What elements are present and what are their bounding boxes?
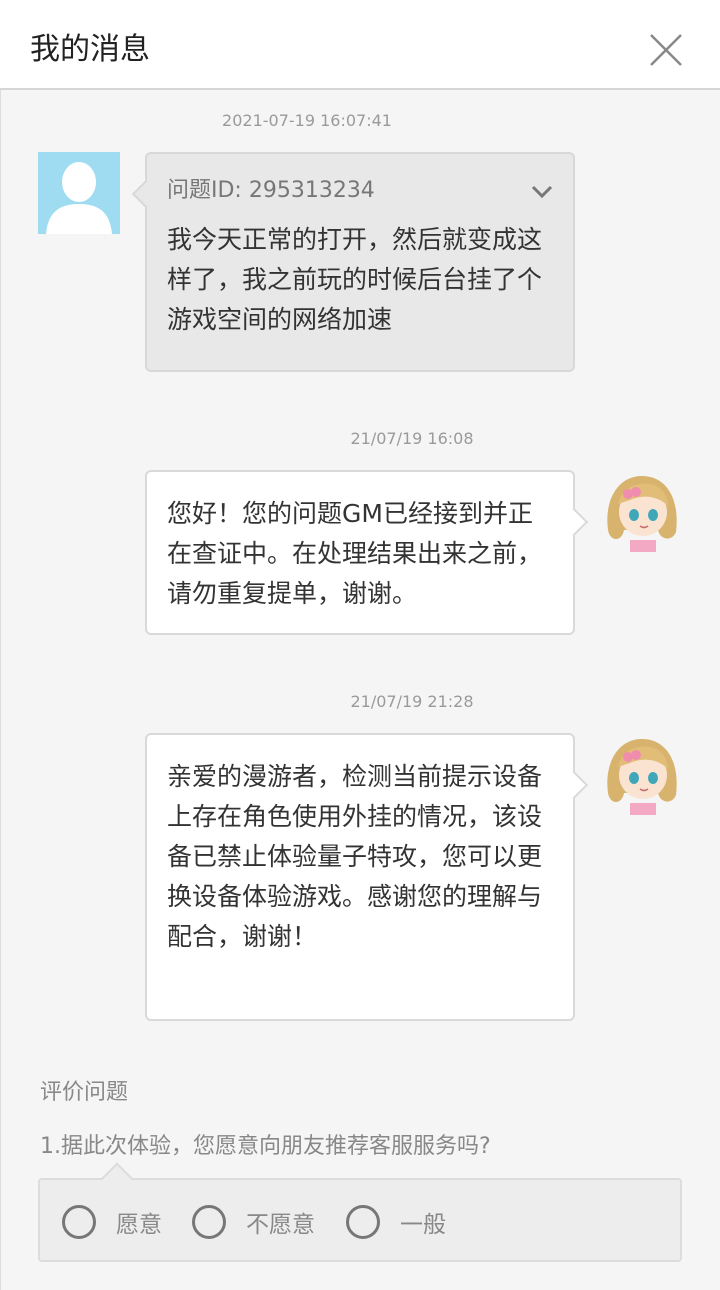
rating-title: 评价问题 (40, 1080, 129, 1105)
option-neutral[interactable]: 一般 (346, 1202, 446, 1242)
rating-question: 1.据此次体验，您愿意向朋友推荐客服服务吗? (40, 1134, 491, 1159)
radio-icon[interactable] (192, 1205, 226, 1239)
gm-message-bubble: 您好！您的问题GM已经接到并正在查证中。在处理结果出来之前，请勿重复提单，谢谢。 (145, 470, 589, 635)
anime-girl-avatar-icon (600, 470, 682, 552)
question-id-row: 问题ID: 295313234 (167, 176, 555, 206)
page-title: 我的消息 (30, 32, 150, 67)
message-timestamp: 2021-07-19 16:07:41 (222, 111, 392, 130)
option-label: 一般 (400, 1212, 446, 1238)
anime-girl-avatar-icon (600, 733, 682, 815)
close-icon (650, 34, 682, 66)
option-label: 不愿意 (246, 1212, 315, 1238)
chevron-down-icon[interactable] (529, 178, 555, 204)
gm-message-bubble: 亲爱的漫游者，检测当前提示设备上存在角色使用外挂的情况，该设备已禁止体验量子特攻… (145, 733, 589, 1021)
bubble-pointer (559, 770, 589, 800)
message-timestamp: 21/07/19 21:28 (350, 692, 474, 711)
message-text: 亲爱的漫游者，检测当前提示设备上存在角色使用外挂的情况，该设备已禁止体验量子特攻… (167, 762, 543, 951)
message-text: 我今天正常的打开，然后就变成这样了，我之前玩的时候后台挂了个游戏空间的网络加速 (167, 225, 543, 334)
radio-icon[interactable] (346, 1205, 380, 1239)
option-willing[interactable]: 愿意 (62, 1202, 162, 1242)
gm-avatar (600, 470, 682, 552)
header: 我的消息 (0, 0, 720, 90)
bubble-pointer (131, 179, 161, 209)
radio-icon[interactable] (62, 1205, 96, 1239)
user-silhouette-icon (46, 162, 112, 234)
gm-avatar (600, 733, 682, 815)
bubble-pointer (559, 507, 589, 537)
option-label: 愿意 (116, 1212, 162, 1238)
rating-options: 愿意 不愿意 一般 (38, 1178, 682, 1262)
message-text: 您好！您的问题GM已经接到并正在查证中。在处理结果出来之前，请勿重复提单，谢谢。 (167, 499, 543, 608)
divider (0, 90, 1, 1290)
user-message-bubble: 问题ID: 295313234 我今天正常的打开，然后就变成这样了，我之前玩的时… (131, 152, 575, 372)
option-unwilling[interactable]: 不愿意 (192, 1202, 315, 1242)
close-button[interactable] (648, 32, 684, 68)
question-id: 问题ID: 295313234 (167, 178, 375, 203)
user-avatar (38, 152, 120, 234)
message-timestamp: 21/07/19 16:08 (350, 429, 474, 448)
